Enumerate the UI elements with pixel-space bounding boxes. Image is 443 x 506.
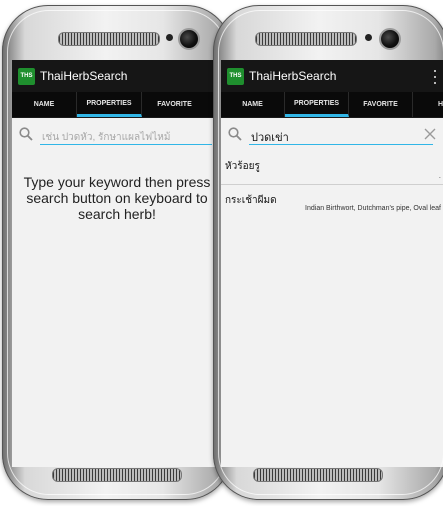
app-icon: THS [18,67,35,85]
search-hint: Type your keyword then press search butt… [23,174,211,222]
proximity-sensor [365,34,372,41]
search-row: ปวดเข่า [221,118,443,152]
tab-favorite[interactable]: FAVORITE [349,92,413,117]
content-area: เช่น ปวดหัว, รักษาแผลไฟไหม้ Type your ke… [12,118,222,467]
herb-more-indicator: . [438,171,441,180]
tab-properties[interactable]: PROPERTIES [77,92,142,117]
tab-herb[interactable]: HEF [413,92,443,117]
app-icon: THS [227,67,244,85]
proximity-sensor [166,34,173,41]
search-input[interactable]: เช่น ปวดหัว, รักษาแผลไฟไหม้ [42,130,170,145]
search-underline [40,144,212,145]
tab-bar: NAME PROPERTIES FAVORITE HEF [221,92,443,118]
right-phone: THS ThaiHerbSearch NAME PROPERTIES FAVOR… [213,5,443,500]
left-screen: THS ThaiHerbSearch NAME PROPERTIES FAVOR… [12,60,222,467]
front-camera [178,28,200,50]
close-icon[interactable] [423,127,437,141]
speaker-grille-bottom [52,468,182,482]
list-item[interactable]: หัวร้อยรู . [221,152,443,185]
app-title: ThaiHerbSearch [249,69,337,83]
overflow-menu-icon[interactable] [433,70,437,84]
search-underline [249,144,433,145]
right-screen: THS ThaiHerbSearch NAME PROPERTIES FAVOR… [221,60,443,467]
speaker-grille [58,32,160,46]
search-icon[interactable] [19,127,33,141]
speaker-grille [255,32,357,46]
action-bar: THS ThaiHerbSearch [221,60,443,92]
app-title: ThaiHerbSearch [40,69,128,83]
tab-bar: NAME PROPERTIES FAVORITE [12,92,222,118]
content-area: ปวดเข่า หัวร้อยรู . กระเช้าผีมด Indian B… [221,118,443,467]
list-item[interactable]: กระเช้าผีมด Indian Birthwort, Dutchman's… [221,185,443,225]
action-bar: THS ThaiHerbSearch [12,60,222,92]
tab-favorite[interactable]: FAVORITE [142,92,207,117]
front-camera [379,28,401,50]
tab-properties[interactable]: PROPERTIES [285,92,349,117]
speaker-grille-bottom [253,468,383,482]
herb-thai-name: หัวร้อยรู [225,161,260,172]
herb-english-name: Indian Birthwort, Dutchman's pipe, Oval … [305,205,441,212]
search-icon[interactable] [228,127,242,141]
search-row: เช่น ปวดหัว, รักษาแผลไฟไหม้ [12,118,222,152]
tab-name[interactable]: NAME [12,92,77,117]
left-phone: THS ThaiHerbSearch NAME PROPERTIES FAVOR… [2,5,232,500]
tab-name[interactable]: NAME [221,92,285,117]
herb-thai-name: กระเช้าผีมด [225,195,277,206]
